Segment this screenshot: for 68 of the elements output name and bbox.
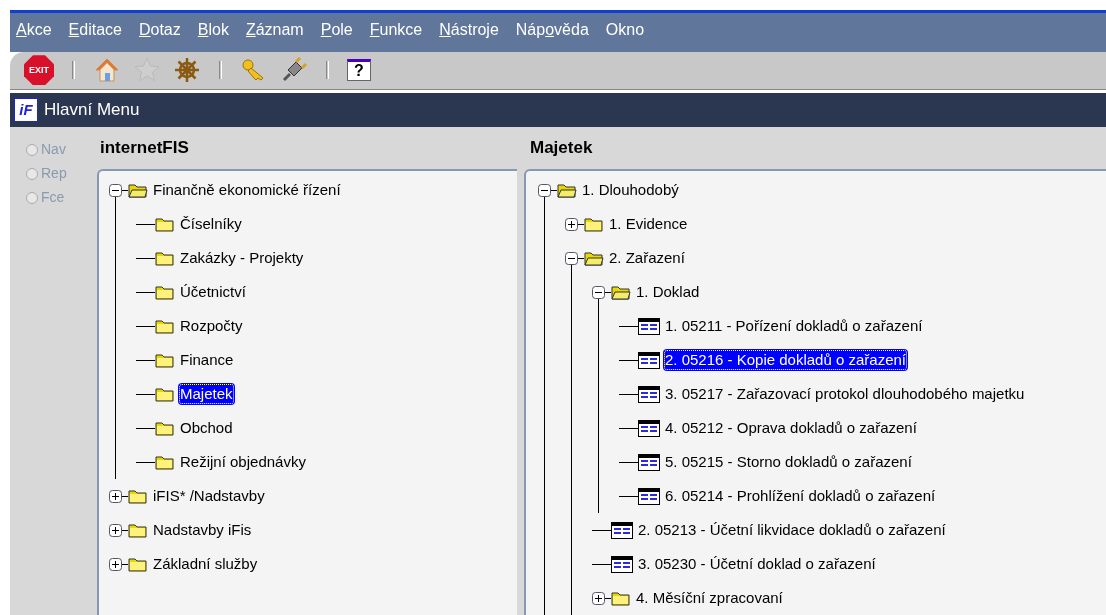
tree-item[interactable]: iFIS* /Nadstavby (151, 484, 267, 508)
tree-item[interactable]: Majetek (178, 382, 235, 406)
expand-icon[interactable] (592, 591, 605, 605)
folder-icon (155, 216, 175, 232)
open-folder-icon (557, 182, 577, 198)
expand-icon[interactable] (565, 217, 578, 231)
collapse-icon[interactable] (109, 183, 122, 197)
menu-item[interactable]: Editace (68, 18, 122, 43)
folder-icon (155, 352, 175, 368)
tree-item[interactable]: 2. 05216 - Kopie dokladů o zařazení (663, 348, 908, 372)
panel-title: Majetek (529, 137, 594, 160)
collapse-icon[interactable] (592, 285, 605, 299)
tree-item[interactable]: 2. 05213 - Účetní likvidace dokladů o zařazení (636, 518, 948, 542)
tree-item[interactable]: Základní služby (151, 552, 260, 576)
tree-item[interactable]: 3. 05230 - Účetní doklad o zařazení (636, 552, 878, 576)
folder-icon (155, 386, 175, 402)
tree-item[interactable]: Finančně ekonomické řízení (151, 178, 343, 202)
tree-item[interactable]: Číselníky (178, 212, 244, 236)
open-folder-icon (128, 182, 148, 198)
exit-button[interactable]: EXIT (24, 55, 54, 86)
collapse-icon[interactable] (565, 251, 578, 265)
menu-item[interactable]: Dotaz (138, 18, 181, 43)
ship-wheel-icon[interactable] (173, 56, 201, 85)
folder-icon (155, 284, 175, 300)
tree-item[interactable]: Obchod (178, 416, 235, 440)
menu-item[interactable]: Funkce (369, 18, 423, 43)
tree-item[interactable]: Nadstavby iFis (151, 518, 254, 542)
expand-icon[interactable] (109, 557, 122, 571)
window-title: Hlavní Menu (44, 99, 140, 122)
open-folder-icon (611, 284, 631, 300)
tree-item[interactable]: 3. 05217 - Zařazovací protokol dlouhodobého majetku (663, 382, 1027, 406)
tree-item[interactable]: 4. 05212 - Oprava dokladů o zařazení (663, 416, 919, 440)
menu-item[interactable]: Záznam (245, 18, 304, 43)
menu-item[interactable]: Blok (197, 18, 229, 43)
tree-item[interactable]: 4. Měsíční zpracovaní (634, 586, 785, 610)
tree-item[interactable]: 1. Doklad (634, 280, 702, 304)
expand-icon[interactable] (109, 523, 122, 537)
tree-item[interactable]: 2. Zařazení (607, 246, 687, 270)
folder-icon (128, 488, 148, 504)
folder-icon (155, 420, 175, 436)
collapse-icon[interactable] (538, 183, 551, 197)
tree-item[interactable]: 5. 05215 - Storno dokladů o zařazení (663, 450, 914, 474)
folder-icon (128, 556, 148, 572)
folder-icon (611, 590, 631, 606)
tree-item[interactable]: 1. 05211 - Pořízení dokladů o zařazení (663, 314, 925, 338)
tree-item[interactable]: 6. 05214 - Prohlížení dokladů o zařazení (663, 484, 938, 508)
folder-icon (155, 454, 175, 470)
folder-icon (584, 216, 604, 232)
expand-icon[interactable] (109, 489, 122, 503)
menu-item[interactable]: Okno (605, 18, 645, 43)
menu-item[interactable]: Nápověda (515, 18, 589, 43)
tree-item[interactable]: Rozpočty (178, 314, 245, 338)
open-folder-icon (584, 250, 604, 266)
folder-icon (155, 318, 175, 334)
folder-icon (128, 522, 148, 538)
help-button[interactable]: ? (347, 59, 371, 82)
menu-item[interactable]: Nástroje (439, 18, 499, 43)
tree-item[interactable]: Režijní objednávky (178, 450, 308, 474)
tree-item[interactable]: 1. Evidence (607, 212, 690, 236)
tree-item[interactable]: 1. Dlouhodobý (580, 178, 681, 202)
tree-item[interactable]: Finance (178, 348, 236, 372)
tree-item[interactable]: Účetnictví (178, 280, 248, 304)
menu-item[interactable]: Akce (16, 18, 52, 43)
panel-title: internetFIS (99, 137, 190, 160)
app-logo: iF (14, 97, 38, 122)
menu-item[interactable]: Pole (320, 18, 353, 43)
tree-item[interactable]: Zakázky - Projekty (178, 246, 306, 270)
folder-icon (155, 250, 175, 266)
